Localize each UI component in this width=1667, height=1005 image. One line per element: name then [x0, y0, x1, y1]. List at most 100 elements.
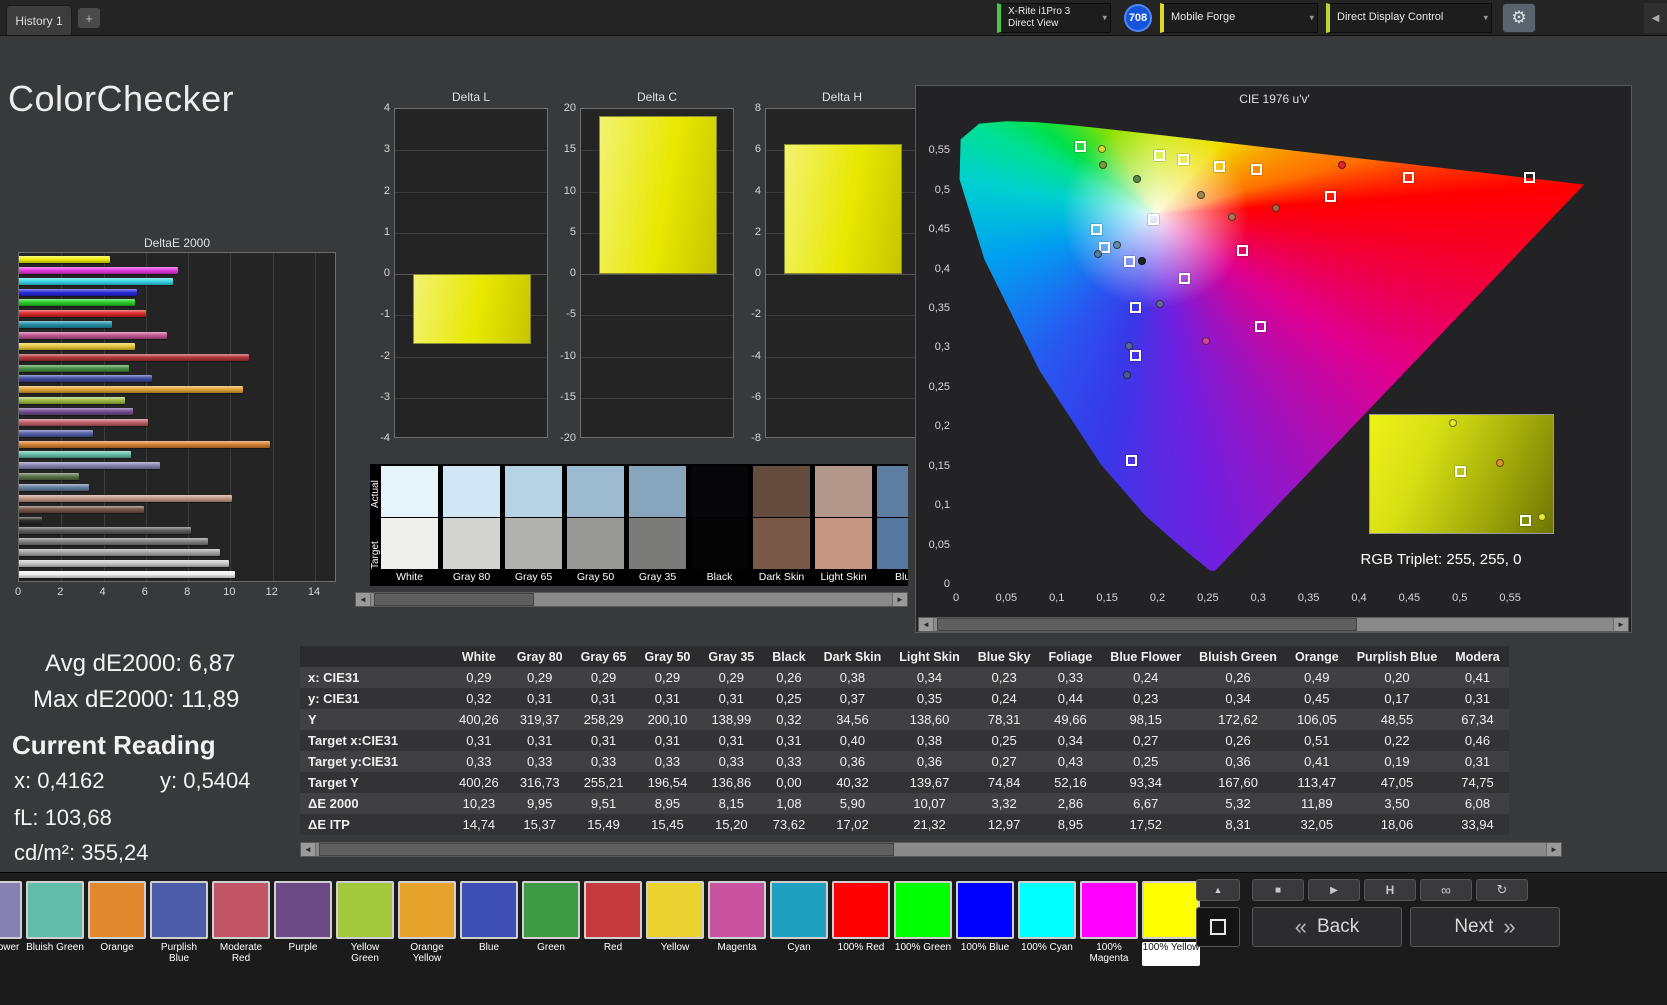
- axis-tick-label: 2: [383, 184, 390, 197]
- patch-button[interactable]: Blue: [460, 881, 518, 966]
- patch-button[interactable]: Moderate Red: [212, 881, 270, 966]
- deltae-bar: [19, 266, 178, 274]
- patch-button[interactable]: Bluish Green: [26, 881, 84, 966]
- scrollbar-thumb[interactable]: [937, 618, 1357, 631]
- current-fl-value: fL: 103,68: [14, 805, 112, 830]
- scrollbar-thumb[interactable]: [374, 593, 534, 606]
- scroll-left-icon[interactable]: ◄: [356, 593, 371, 606]
- expand-patterns-button[interactable]: ▲: [1196, 879, 1240, 901]
- patch-button[interactable]: Yellow: [646, 881, 704, 966]
- table-cell: 0,25: [1133, 754, 1159, 769]
- table-cell: 172,62: [1218, 712, 1258, 727]
- chevron-up-icon: ▲: [1213, 885, 1223, 895]
- deltae-bar: [19, 332, 167, 340]
- patch-label: 100% Red: [837, 942, 885, 953]
- swatch-label: Gray 35: [638, 571, 677, 583]
- axis-tick-label: -3: [380, 390, 390, 403]
- patch-button[interactable]: Blue Flower: [0, 881, 22, 966]
- patch-button[interactable]: 100% Blue: [956, 881, 1014, 966]
- target-swatch: [443, 518, 500, 569]
- swatch-pair: Dark Skin: [753, 466, 810, 586]
- patch-swatch: [584, 881, 642, 939]
- chevron-down-icon: ▾: [1309, 12, 1314, 23]
- scroll-right-icon[interactable]: ►: [1546, 843, 1561, 856]
- table-cell: 2,86: [1057, 796, 1084, 811]
- table-cell: 0,43: [1057, 754, 1084, 769]
- play-button[interactable]: ▶: [1308, 879, 1360, 901]
- corner-cell: [300, 646, 450, 667]
- patch-button[interactable]: 100% Cyan: [1018, 881, 1076, 966]
- patch-button[interactable]: Red: [584, 881, 642, 966]
- patch-label: Cyan: [787, 942, 811, 953]
- tab-history-1[interactable]: History 1: [6, 5, 72, 35]
- axis-tick-label: 0,45: [928, 223, 950, 236]
- patch-button[interactable]: Orange Yellow: [398, 881, 456, 966]
- patch-button[interactable]: Purplish Blue: [150, 881, 208, 966]
- scroll-left-icon[interactable]: ◄: [301, 843, 316, 856]
- table-cell: 47,05: [1380, 775, 1414, 790]
- hold-button[interactable]: H: [1364, 879, 1416, 901]
- table-cell: 5,90: [839, 796, 866, 811]
- patch-button[interactable]: Green: [522, 881, 580, 966]
- patch-button[interactable]: Orange: [88, 881, 146, 966]
- continuous-button[interactable]: ∞: [1420, 879, 1472, 901]
- patch-button[interactable]: 100% Red: [832, 881, 890, 966]
- target-swatch: [691, 518, 748, 569]
- deltae-bar: [19, 538, 209, 546]
- patch-button[interactable]: Magenta: [708, 881, 766, 966]
- max-de2000-stat: Max dE2000: 11,89: [33, 686, 240, 713]
- settings-button[interactable]: ⚙: [1502, 3, 1536, 33]
- gridline: [581, 397, 733, 399]
- scroll-left-icon[interactable]: ◄: [919, 618, 934, 631]
- patch-swatch: [212, 881, 270, 939]
- swatch-row-labels: Actual Target: [370, 464, 381, 586]
- table-cell: 0,31: [466, 733, 492, 748]
- chevrons-right-icon: »: [1503, 914, 1516, 939]
- axis-tick-label: 0,45: [1398, 592, 1421, 604]
- deltae-bar: [19, 516, 42, 524]
- axis-tick-label: 6: [141, 586, 148, 598]
- table-cell: 0,38: [916, 733, 943, 748]
- patch-label: Yellow Green: [350, 942, 380, 964]
- patch-button[interactable]: 100% Yellow: [1142, 881, 1200, 966]
- patch-button[interactable]: Yellow Green: [336, 881, 394, 966]
- patch-button[interactable]: 100% Magenta: [1080, 881, 1138, 966]
- add-tab-button[interactable]: +: [78, 8, 100, 28]
- gridline: [395, 397, 547, 399]
- patch-swatch: [708, 881, 766, 939]
- swatch-scrollbar[interactable]: ◄ ►: [355, 592, 908, 607]
- back-button[interactable]: « Back: [1252, 907, 1402, 947]
- target-marker: [1214, 160, 1226, 172]
- collapse-panel-button[interactable]: ◀: [1644, 3, 1667, 33]
- black-pattern-button[interactable]: [1196, 907, 1240, 947]
- cie-scrollbar[interactable]: ◄ ►: [918, 617, 1629, 632]
- scrollbar-thumb[interactable]: [319, 843, 894, 856]
- pattern-source-dropdown[interactable]: Mobile Forge ▾: [1160, 3, 1318, 33]
- stop-button[interactable]: ■: [1252, 879, 1304, 901]
- patch-label: Blue: [478, 942, 499, 953]
- table-cell: 319,37: [519, 712, 560, 727]
- axis-tick-label: 10: [563, 184, 576, 197]
- axis-tick-label: 0,15: [928, 459, 950, 472]
- scroll-right-icon[interactable]: ►: [892, 593, 907, 606]
- target-marker: [1523, 171, 1535, 183]
- axis-tick-label: 3: [383, 143, 390, 156]
- current-reading-heading: Current Reading: [12, 730, 216, 760]
- patch-button[interactable]: Purple: [274, 881, 332, 966]
- table-header-row: White Gray 80 Gray 65 Gray 50 Gray 35 Black Da…: [300, 646, 1509, 667]
- patch-button[interactable]: 100% Green: [894, 881, 952, 966]
- table-cell: 98,15: [1129, 712, 1162, 727]
- display-control-dropdown[interactable]: Direct Display Control ▾: [1326, 3, 1492, 33]
- table-scrollbar[interactable]: ◄ ►: [300, 842, 1562, 857]
- scroll-right-icon[interactable]: ►: [1613, 618, 1628, 631]
- table-cell: 15,49: [587, 817, 620, 832]
- repeat-button[interactable]: ↻: [1476, 879, 1528, 901]
- meter-dropdown[interactable]: X-Rite i1Pro 3 Direct View ▾: [997, 3, 1111, 33]
- table-cell: 74,84: [987, 775, 1021, 790]
- deltae-bar: [19, 570, 236, 578]
- next-button[interactable]: Next »: [1410, 907, 1560, 947]
- deltae-bar: [19, 397, 125, 405]
- patch-swatch: [770, 881, 828, 939]
- patch-button[interactable]: Cyan: [770, 881, 828, 966]
- table-cell: 200,10: [647, 712, 688, 727]
